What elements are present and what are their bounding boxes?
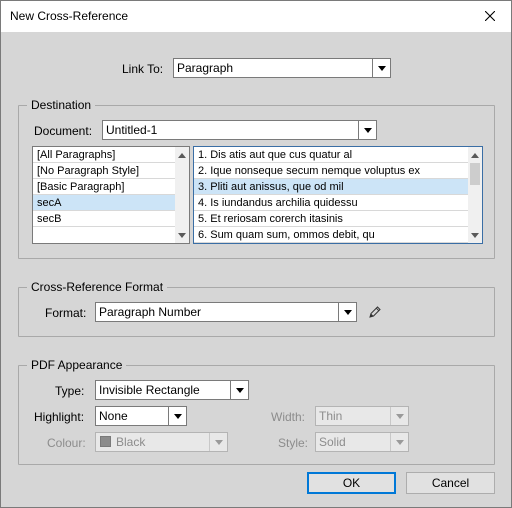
scroll-thumb[interactable] [470,163,480,185]
colour-label: Colour: [47,436,86,450]
style-value: Solid [319,435,346,449]
paragraphs-scrollbar[interactable] [468,147,482,243]
pencil-icon [369,306,381,318]
type-dropdown[interactable]: Invisible Rectangle [95,380,249,400]
chevron-down-icon [230,381,248,399]
highlight-dropdown[interactable]: None [95,406,187,426]
highlight-value: None [99,409,128,423]
paragraph-list-item[interactable]: 4. Is iundandus archilia quidessu [194,195,468,211]
style-dropdown[interactable]: Solid [315,432,409,452]
document-label: Document: [34,124,93,138]
paragraph-list-item[interactable]: 1. Dis atis aut que cus quatur al [194,147,468,163]
close-button[interactable] [469,1,511,31]
new-cross-reference-dialog: New Cross-Reference Link To: Paragraph D… [0,0,512,508]
scroll-down-icon[interactable] [468,227,482,243]
paragraphs-list[interactable]: 1. Dis atis aut que cus quatur al 2. Ique… [193,146,483,244]
cancel-button[interactable]: Cancel [406,472,495,494]
format-label: Format: [45,306,87,320]
close-icon [485,11,495,21]
chevron-down-icon [390,433,408,451]
width-label: Width: [271,410,306,424]
paragraph-list-item[interactable]: 6. Sum quam sum, ommos debit, qu [194,227,468,243]
style-list-item[interactable]: [All Paragraphs] [33,147,175,163]
dialog-title: New Cross-Reference [10,9,129,23]
document-dropdown[interactable]: Untitled-1 [102,120,377,140]
pdf-appearance-title: PDF Appearance [27,358,127,372]
paragraph-styles-list[interactable]: [All Paragraphs] [No Paragraph Style] [Bas… [32,146,190,244]
chevron-down-icon [372,59,390,77]
document-value: Untitled-1 [106,123,158,137]
destination-group-title: Destination [27,98,96,112]
width-dropdown[interactable]: Thin [315,406,409,426]
link-to-value: Paragraph [177,61,234,75]
chevron-down-icon [390,407,408,425]
pdf-appearance-group [18,365,495,465]
format-dropdown[interactable]: Paragraph Number [95,302,357,322]
chevron-down-icon [209,433,227,451]
paragraph-list-item[interactable]: 2. Ique nonseque secum nemque voluptus e… [194,163,468,179]
style-list-item[interactable]: [Basic Paragraph] [33,179,175,195]
styles-scrollbar[interactable] [175,147,189,243]
cross-reference-format-title: Cross-Reference Format [27,280,168,294]
colour-dropdown[interactable]: Black [95,432,228,452]
style-label: Style: [278,436,309,450]
edit-format-button[interactable] [367,304,383,320]
width-value: Thin [319,409,343,423]
title-bar: New Cross-Reference [1,1,511,32]
type-value: Invisible Rectangle [99,383,200,397]
colour-value: Black [116,435,146,449]
format-value: Paragraph Number [99,305,202,319]
style-list-item[interactable]: secB [33,211,175,227]
link-to-dropdown[interactable]: Paragraph [173,58,391,78]
style-list-item[interactable]: secA [33,195,175,211]
scroll-up-icon[interactable] [468,147,482,163]
style-list-item[interactable]: [No Paragraph Style] [33,163,175,179]
link-to-label: Link To: [122,62,164,76]
colour-swatch [100,436,111,447]
chevron-down-icon [338,303,356,321]
chevron-down-icon [168,407,186,425]
paragraph-list-item[interactable]: 5. Et reriosam corerch itasinis [194,211,468,227]
scroll-up-icon[interactable] [175,147,189,163]
type-label: Type: [55,384,85,398]
highlight-label: Highlight: [34,410,85,424]
chevron-down-icon [358,121,376,139]
ok-button[interactable]: OK [307,472,396,494]
paragraph-list-item[interactable]: 3. Pliti aut anissus, que od mil [194,179,468,195]
scroll-down-icon[interactable] [175,227,189,243]
